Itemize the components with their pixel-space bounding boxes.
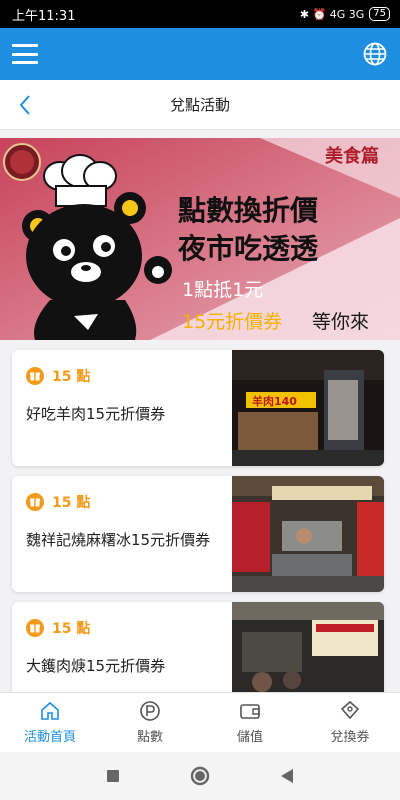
coupon-card[interactable]: 15 點 好吃羊肉15元折價券 羊肉140 <box>12 350 384 466</box>
app-bar <box>0 28 400 80</box>
coupon-name: 大鑊肉焿15元折價券 <box>26 657 166 675</box>
wallet-icon <box>240 704 260 719</box>
back-arrow-icon[interactable] <box>18 94 32 116</box>
promo-banner[interactable]: 美食篇 點數換折價 夜市吃透透 1點抵1元 15元折價券 等你來 <box>0 138 400 340</box>
page-title: 兌點活動 <box>169 96 230 114</box>
tab-label: 儲值 <box>236 730 263 745</box>
coupon-list: 15 點 好吃羊肉15元折價券 羊肉140 15 點 魏祥記燒麻糬冰15元折價券 <box>0 340 400 692</box>
banner-line-3: 1點抵1元 <box>182 279 263 301</box>
status-time: 上午11:31 <box>12 8 76 24</box>
coupon-card[interactable]: 15 點 大鑊肉焿15元折價券 <box>12 602 384 692</box>
status-icons: ✱ ⏰ 4G 3G <box>299 7 365 21</box>
status-bar: 上午11:31 ✱ ⏰ 4G 3G 75 <box>0 0 400 28</box>
tab-home[interactable]: 活動首頁 <box>0 693 100 752</box>
globe-icon[interactable] <box>362 41 388 67</box>
home-circle-icon[interactable] <box>190 766 210 786</box>
tab-points[interactable]: 點數 <box>100 693 200 752</box>
hamburger-icon[interactable] <box>12 44 38 64</box>
tab-label: 兌換券 <box>330 730 370 745</box>
bottom-tab-bar: 活動首頁 點數 儲值 兌換券 <box>0 692 400 752</box>
coupon-photo: 羊肉140 <box>232 350 384 466</box>
recents-icon[interactable] <box>106 769 120 783</box>
seal-logo <box>3 143 41 181</box>
nav-back-icon[interactable] <box>280 768 294 784</box>
points-badge: 15 點 <box>26 492 90 512</box>
photo-sign-text: 羊肉140 <box>252 394 297 408</box>
coupon-photo <box>232 476 384 592</box>
points-value: 15 點 <box>52 369 91 385</box>
coupon-name: 魏祥記燒麻糬冰15元折價券 <box>26 531 211 549</box>
system-nav-bar <box>0 752 400 800</box>
status-indicators: ✱ ⏰ 4G 3G 75 <box>300 7 390 21</box>
gift-icon <box>26 493 44 511</box>
banner-headline-1: 點數換折價 <box>178 194 319 227</box>
tab-label: 點數 <box>136 730 163 745</box>
coupon-name: 好吃羊肉15元折價券 <box>26 405 166 423</box>
tab-coupons[interactable]: 兌換券 <box>300 693 400 752</box>
points-badge: 15 點 <box>26 366 90 386</box>
home-icon <box>41 701 59 720</box>
coupon-card[interactable]: 15 點 魏祥記燒麻糬冰15元折價券 <box>12 476 384 592</box>
battery-icon: 75 <box>369 7 390 21</box>
tab-wallet[interactable]: 儲值 <box>200 693 300 752</box>
coupon-icon <box>340 700 360 720</box>
points-value: 15 點 <box>52 495 91 511</box>
points-icon <box>140 701 160 721</box>
points-badge: 15 點 <box>26 618 90 638</box>
banner-headline-2: 夜市吃透透 <box>177 232 319 265</box>
gift-icon <box>26 619 44 637</box>
tab-label: 活動首頁 <box>23 730 76 745</box>
banner-artwork: 美食篇 點數換折價 夜市吃透透 1點抵1元 15元折價券 等你來 <box>0 138 400 340</box>
gift-icon <box>26 367 44 385</box>
banner-line-4: 等你來 <box>312 311 369 333</box>
banner-coupon-highlight: 15元折價券 <box>182 311 282 333</box>
banner-category: 美食篇 <box>325 145 379 167</box>
coupon-photo <box>232 602 384 692</box>
page-header: 兌點活動 <box>0 80 400 130</box>
points-value: 15 點 <box>52 621 91 637</box>
